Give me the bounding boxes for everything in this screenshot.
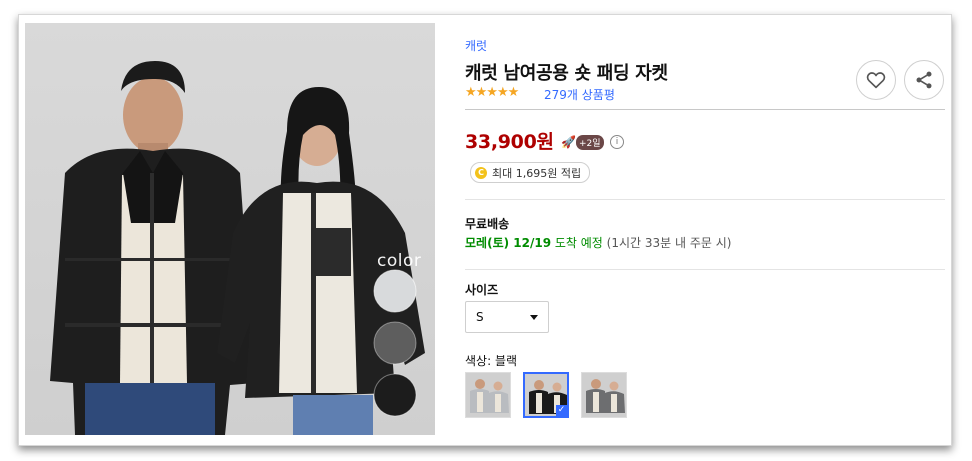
size-selected-value: S <box>476 310 484 324</box>
caret-down-icon <box>530 314 538 320</box>
review-count-link[interactable]: 279개 상품평 <box>544 86 615 103</box>
info-icon[interactable]: i <box>610 135 624 149</box>
rocket-icon: 🚀 <box>561 135 576 149</box>
check-icon: ✓ <box>556 405 567 416</box>
photo-color-overlay-text: color <box>377 251 422 271</box>
divider <box>465 199 945 200</box>
thumbnail-image <box>466 373 510 417</box>
sale-price: 33,900원 <box>465 131 554 153</box>
size-label: 사이즈 <box>465 283 499 297</box>
product-main-image[interactable]: color <box>25 23 435 435</box>
brand-link[interactable]: 캐럿 <box>465 37 487 54</box>
reward-text: 최대 1,695원 적립 <box>492 166 582 180</box>
reward-badge: C 최대 1,695원 적립 <box>470 162 591 183</box>
delivery-badge: +2일 <box>576 135 604 150</box>
models-illustration <box>50 61 425 435</box>
size-select[interactable]: S <box>465 301 549 333</box>
color-label: 색상: 블랙 <box>465 354 518 368</box>
product-title: 캐럿 남여공용 숏 패딩 자켓 <box>465 63 668 84</box>
thumbnail-image <box>582 373 626 417</box>
color-thumbnail[interactable] <box>581 372 627 418</box>
shipping-date: 모레(토) 12/19 <box>465 236 552 250</box>
share-button[interactable] <box>904 60 944 100</box>
product-frame: color 캐럿 캐럿 남여공용 숏 패딩 자켓 ★★★★★ 279개 상품평 … <box>18 14 952 446</box>
color-thumbnail[interactable] <box>465 372 511 418</box>
shipping-label: 무료배송 <box>465 217 510 231</box>
heart-icon <box>866 72 886 89</box>
wishlist-button[interactable] <box>856 60 896 100</box>
rating-stars[interactable]: ★★★★★ <box>465 85 519 100</box>
divider <box>465 269 945 270</box>
share-icon <box>916 71 932 89</box>
coin-icon: C <box>475 166 487 179</box>
shipping-eta: 모레(토) 12/19 도착 예정 (1시간 33분 내 주문 시) <box>465 234 731 251</box>
shipping-note: (1시간 33분 내 주문 시) <box>602 236 732 250</box>
color-thumbnail[interactable]: ✓ <box>523 372 569 418</box>
shipping-suffix: 도착 예정 <box>551 236 603 250</box>
divider <box>465 109 945 110</box>
